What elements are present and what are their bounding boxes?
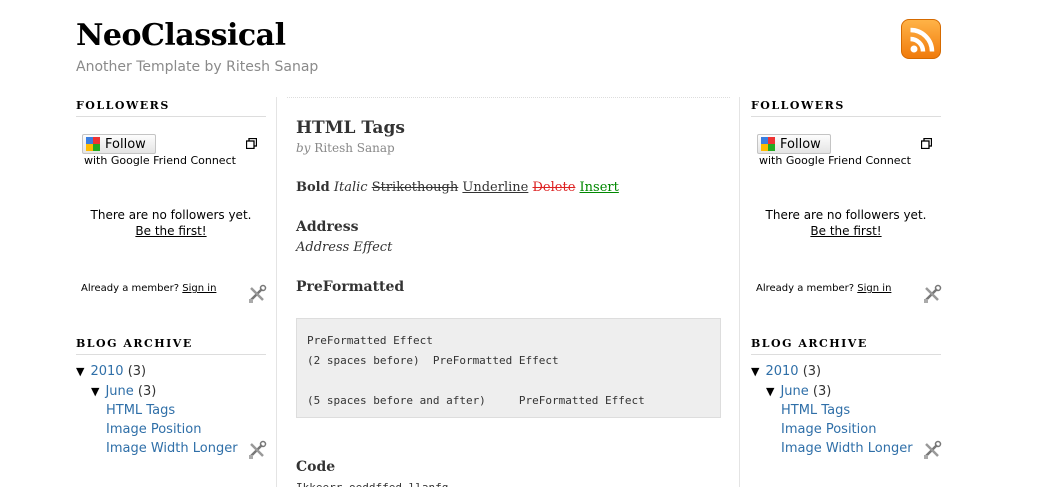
archive-post-link[interactable]: Image Width Longer (781, 441, 913, 456)
popout-icon[interactable] (245, 134, 258, 150)
preformatted-block: PreFormatted Effect (2 spaces before) Pr… (296, 318, 721, 418)
archive-year: ▼ 2010 (3) (76, 364, 146, 379)
archive-year-link[interactable]: 2010 (765, 364, 798, 379)
sign-in-link[interactable]: Sign in (857, 283, 891, 294)
sign-in-link[interactable]: Sign in (182, 283, 216, 294)
archive-month-count: (3) (812, 384, 832, 399)
follow-button[interactable]: Follow (82, 134, 156, 154)
triangle-down-icon[interactable]: ▼ (76, 365, 84, 378)
address-text: Address Effect (296, 240, 393, 255)
member-prefix: Already a member? (756, 283, 855, 294)
italic-text: Italic (333, 180, 368, 195)
delete-text: Delete (532, 180, 576, 195)
archive-month-link[interactable]: June (780, 384, 808, 399)
post-author: Ritesh Sanap (314, 141, 395, 155)
archive-post: HTML Tags (781, 403, 850, 418)
gfc-text: with Google Friend Connect (759, 154, 911, 167)
bold-text: Bold (296, 180, 330, 195)
tools-icon[interactable] (922, 440, 942, 460)
tools-icon[interactable] (247, 440, 267, 460)
archive-post-link[interactable]: Image Position (106, 422, 201, 437)
google-icon (86, 137, 100, 151)
strike-text: Strikethough (371, 180, 459, 195)
no-followers-message: There are no followers yet. (765, 208, 927, 222)
left-sidebar: FOLLOWERS Follow with Google Friend Conn… (76, 0, 267, 487)
be-first-link[interactable]: Be the first! (810, 224, 881, 238)
archive-month: ▼ June (3) (91, 384, 156, 399)
triangle-down-icon[interactable]: ▼ (766, 385, 774, 398)
archive-post-link[interactable]: HTML Tags (781, 403, 850, 418)
archive-month-count: (3) (137, 384, 157, 399)
no-followers-text: There are no followers yet. Be the first… (751, 207, 941, 239)
archive-year: ▼ 2010 (3) (751, 364, 821, 379)
archive-post: Image Position (781, 422, 876, 437)
tools-icon[interactable] (247, 284, 267, 304)
post-byline: by Ritesh Sanap (296, 141, 395, 155)
blog-archive-heading: BLOG ARCHIVE (76, 337, 266, 355)
code-heading: Code (296, 459, 336, 475)
archive-post-link[interactable]: Image Position (781, 422, 876, 437)
archive-post: Image Width Longer (781, 441, 913, 456)
archive-post: Image Width Longer (106, 441, 238, 456)
archive-month-link[interactable]: June (105, 384, 133, 399)
byline-prefix: by (296, 141, 311, 155)
be-first-link[interactable]: Be the first! (135, 224, 206, 238)
archive-post-link[interactable]: Image Width Longer (106, 441, 238, 456)
archive-post: Image Position (106, 422, 201, 437)
archive-month: ▼ June (3) (766, 384, 831, 399)
insert-text: Insert (579, 180, 619, 195)
followers-heading: FOLLOWERS (751, 99, 941, 117)
tools-icon[interactable] (922, 284, 942, 304)
triangle-down-icon[interactable]: ▼ (91, 385, 99, 398)
no-followers-message: There are no followers yet. (90, 208, 252, 222)
no-followers-text: There are no followers yet. Be the first… (76, 207, 266, 239)
archive-year-link[interactable]: 2010 (90, 364, 123, 379)
member-prefix: Already a member? (81, 283, 180, 294)
gfc-text: with Google Friend Connect (84, 154, 236, 167)
follow-button[interactable]: Follow (757, 134, 831, 154)
archive-year-count: (3) (802, 364, 822, 379)
popout-icon[interactable] (920, 134, 933, 150)
archive-year-count: (3) (127, 364, 147, 379)
archive-post: HTML Tags (106, 403, 175, 418)
blog-archive-heading: BLOG ARCHIVE (751, 337, 941, 355)
formatting-demo: Bold Italic Strikethough Underline Delet… (296, 180, 619, 195)
preformatted-heading: PreFormatted (296, 279, 405, 295)
triangle-down-icon[interactable]: ▼ (751, 365, 759, 378)
post-title[interactable]: HTML Tags (296, 118, 405, 138)
right-sidebar: FOLLOWERS Follow with Google Friend Conn… (751, 0, 942, 487)
archive-post-link[interactable]: HTML Tags (106, 403, 175, 418)
underline-text: Underline (462, 180, 529, 195)
post-top-divider (287, 97, 730, 98)
address-heading: Address (296, 219, 359, 235)
followers-heading: FOLLOWERS (76, 99, 266, 117)
google-icon (761, 137, 775, 151)
member-line: Already a member? Sign in (756, 283, 891, 294)
follow-label: Follow (780, 136, 821, 152)
follow-label: Follow (105, 136, 146, 152)
code-block: Ikkeerr oeddffed llanfg (296, 481, 448, 487)
left-column-divider (276, 97, 277, 487)
member-line: Already a member? Sign in (81, 283, 216, 294)
right-column-divider (739, 97, 740, 487)
